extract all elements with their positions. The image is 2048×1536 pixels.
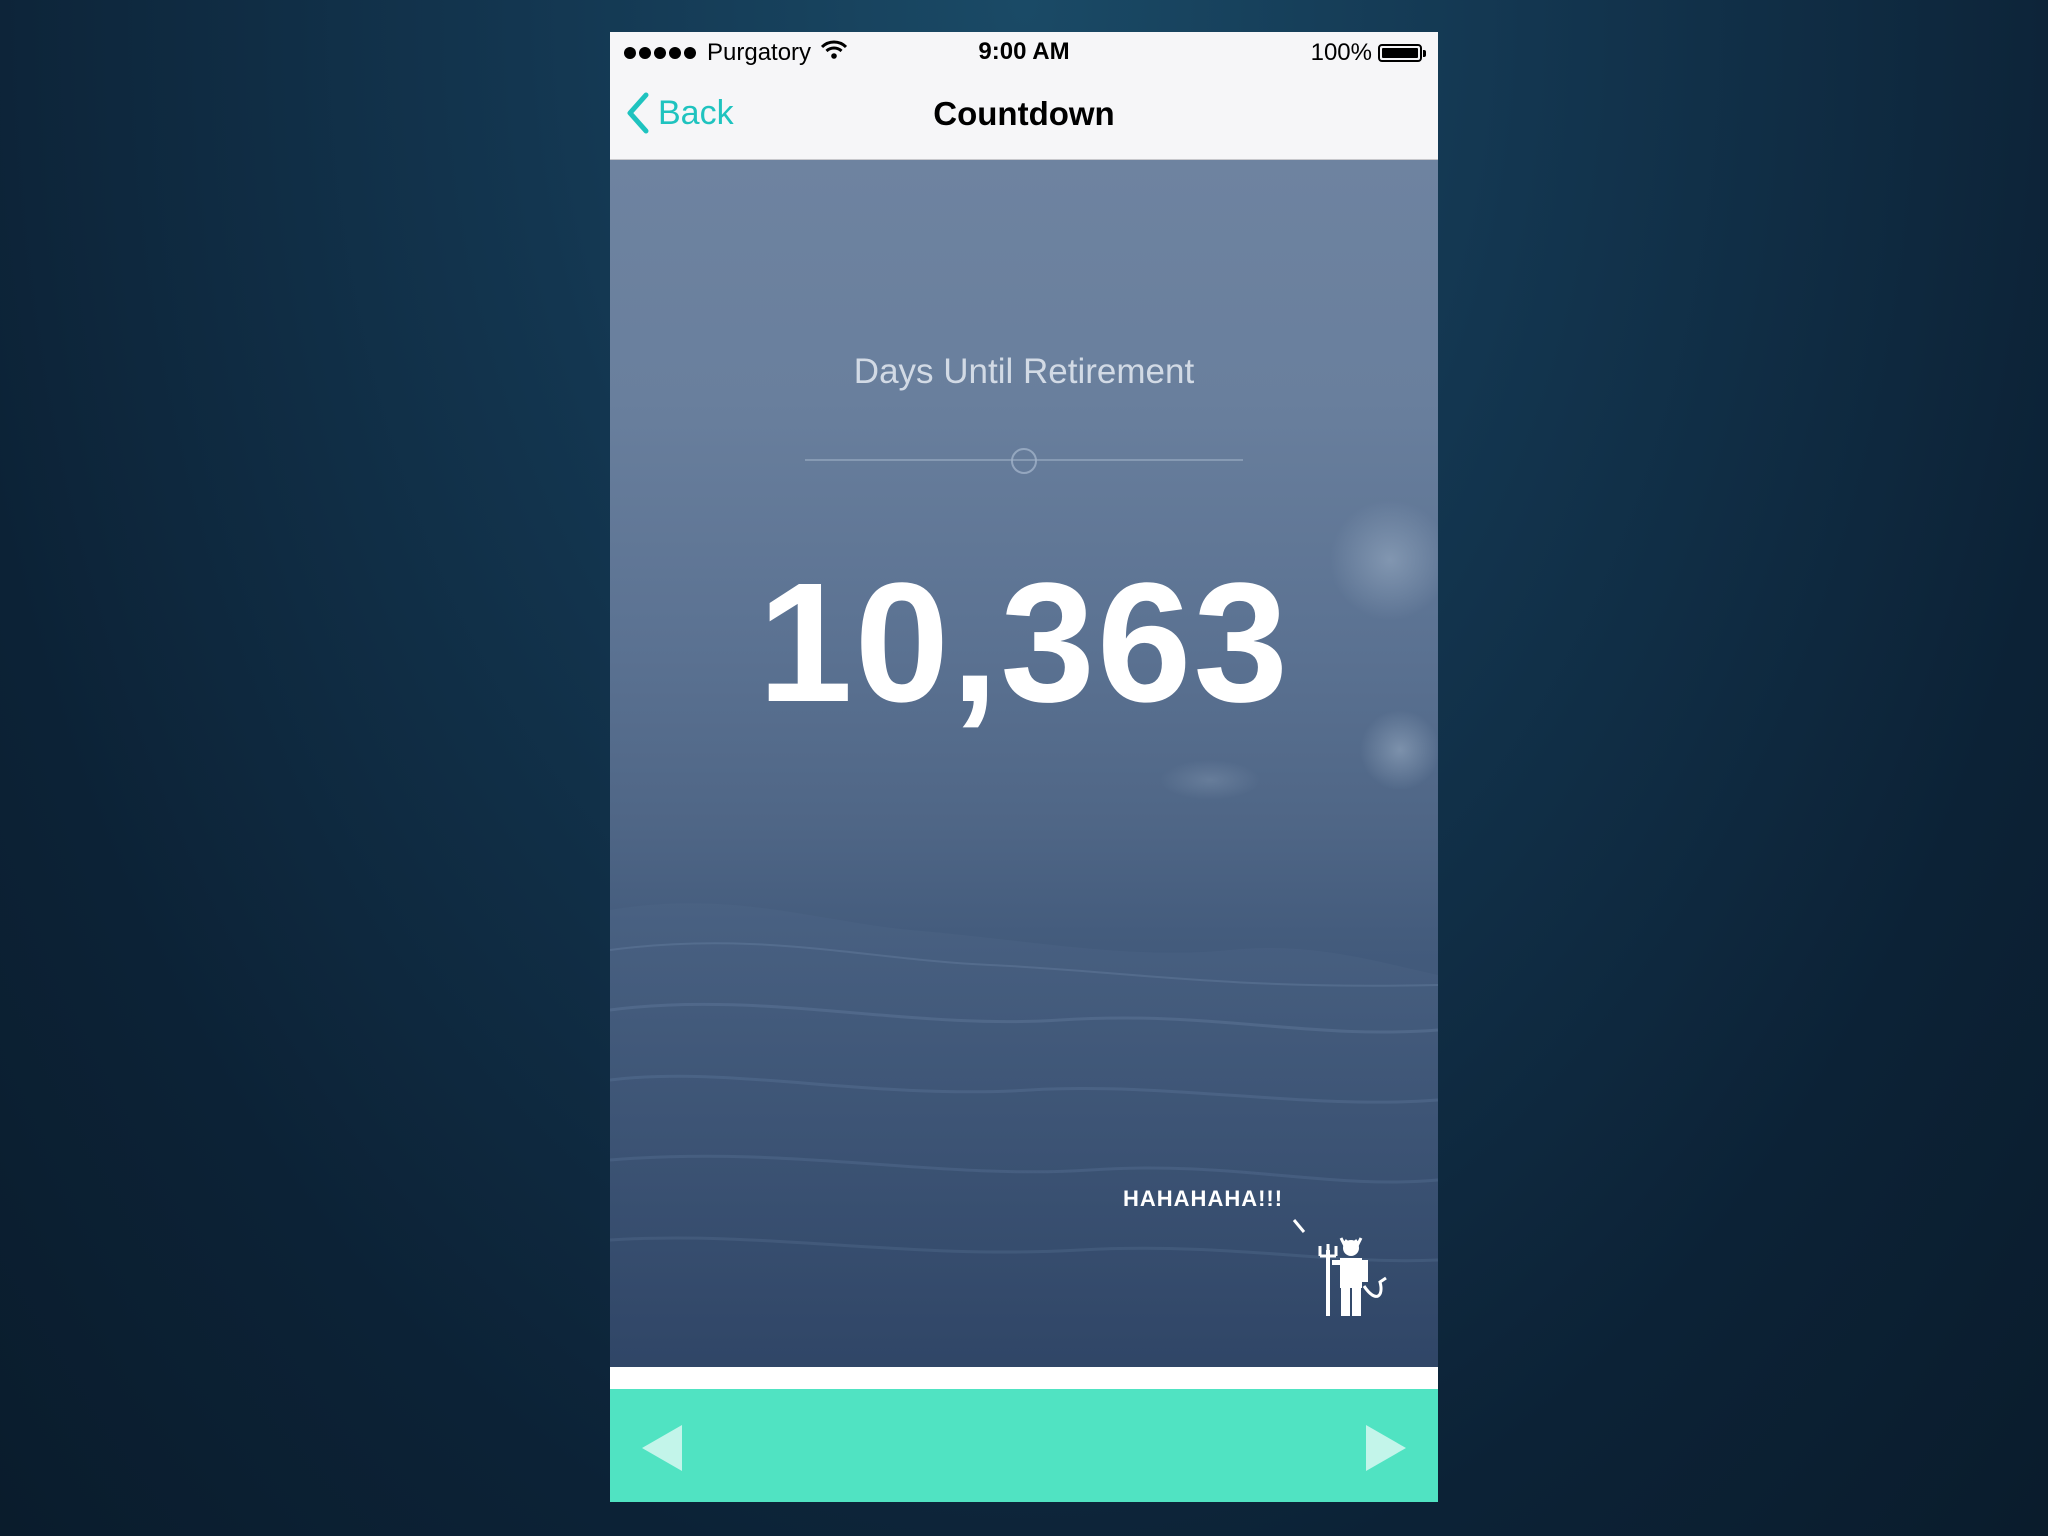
countdown-hero: Days Until Retirement 10,363 HAHAHAHA!!! bbox=[610, 160, 1438, 1367]
devil-pitchfork-icon bbox=[1292, 1219, 1387, 1316]
days-count: 10,363 bbox=[758, 548, 1290, 738]
status-right: 100% bbox=[1311, 39, 1426, 67]
battery-percent: 100% bbox=[1310, 39, 1372, 66]
ocean-background bbox=[610, 500, 1438, 1367]
status-bar: Purgatory 9:00 AM 100% bbox=[610, 32, 1438, 72]
devil-speech: HAHAHAHA!!! bbox=[1123, 1186, 1284, 1211]
triangle-left-icon[interactable] bbox=[640, 1423, 684, 1473]
countdown-slider[interactable] bbox=[805, 448, 1243, 474]
phone-screen: Purgatory 9:00 AM 100% Back Countdown Da… bbox=[610, 32, 1438, 1502]
divider bbox=[610, 1367, 1438, 1389]
battery-icon bbox=[1378, 44, 1422, 62]
footer-bar bbox=[610, 1389, 1438, 1502]
slider-thumb[interactable] bbox=[1011, 448, 1037, 474]
page-title: Countdown bbox=[933, 95, 1115, 132]
countdown-subtitle: Days Until Retirement bbox=[853, 352, 1195, 391]
triangle-right-icon[interactable] bbox=[1364, 1423, 1408, 1473]
navigation-bar: Back Countdown bbox=[610, 72, 1438, 160]
battery-tip bbox=[1423, 49, 1426, 57]
